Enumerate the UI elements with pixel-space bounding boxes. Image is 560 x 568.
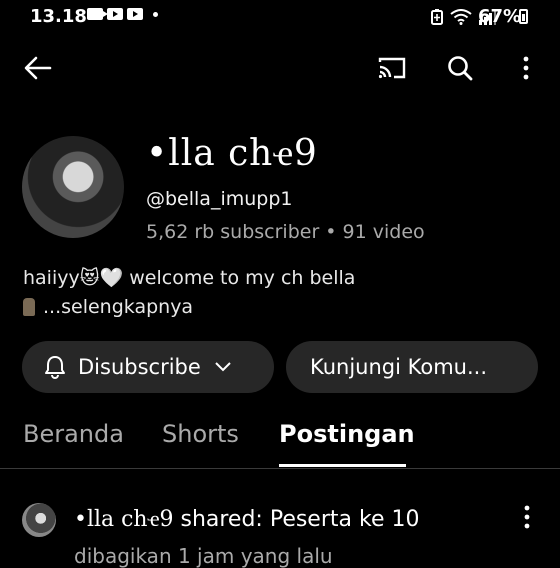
channel-name: •lla cհҽ9	[146, 133, 318, 174]
post-timestamp: dibagikan 1 jam yang lalu	[74, 544, 333, 568]
channel-avatar[interactable]	[22, 136, 124, 238]
tab-indicator	[279, 464, 406, 467]
battery-saver-icon	[431, 9, 443, 25]
subscribe-label: Disubscribe	[78, 355, 201, 379]
tab-divider	[0, 468, 560, 469]
post-more-button[interactable]	[524, 505, 530, 533]
notification-dot	[153, 11, 158, 17]
post-title[interactable]: •lla cհҽ9 shared: Peserta ke 10	[74, 506, 419, 532]
more-vert-icon	[523, 56, 529, 80]
battery-icon	[519, 9, 528, 24]
back-button[interactable]	[18, 48, 58, 88]
channel-description[interactable]: haiiyy😻🤍 welcome to my ch bella	[23, 266, 355, 289]
notification-icons	[87, 8, 158, 20]
chevron-down-icon	[215, 362, 231, 372]
post-avatar[interactable]	[22, 503, 56, 537]
clock: 13.18	[30, 6, 87, 27]
read-more-link[interactable]: ...selengkapnya	[43, 296, 193, 318]
post-title-text: shared: Peserta ke 10	[173, 507, 420, 532]
tab-shorts[interactable]: Shorts	[162, 420, 239, 448]
visit-community-button[interactable]: Kunjungi Komu...	[286, 341, 538, 393]
back-arrow-icon	[24, 56, 52, 80]
cast-icon	[378, 57, 406, 79]
subscribe-button[interactable]: Disubscribe	[22, 341, 274, 393]
channel-handle: @bella_imupp1	[146, 188, 293, 210]
youtube-icon	[127, 8, 143, 20]
channel-stats: 5,62 rb subscriber • 91 video	[146, 221, 425, 243]
youtube-icon	[107, 8, 123, 20]
channel-description-more[interactable]: ...selengkapnya	[23, 296, 193, 318]
search-icon	[448, 56, 473, 81]
tab-posts[interactable]: Postingan	[279, 420, 415, 448]
status-bar: 13.18 67%	[0, 0, 560, 36]
bell-icon	[45, 356, 65, 379]
cast-button[interactable]	[372, 48, 412, 88]
video-camera-icon	[87, 8, 108, 20]
tab-home[interactable]: Beranda	[23, 420, 124, 448]
visit-community-label: Kunjungi Komu...	[310, 355, 488, 379]
search-button[interactable]	[440, 48, 480, 88]
more-options-button[interactable]	[506, 48, 546, 88]
more-vert-icon	[524, 505, 530, 529]
post-author: •lla cհҽ9	[74, 507, 174, 532]
wifi-icon	[450, 9, 472, 25]
moai-emoji-icon	[23, 298, 35, 316]
battery-percent: 67%	[478, 6, 522, 27]
